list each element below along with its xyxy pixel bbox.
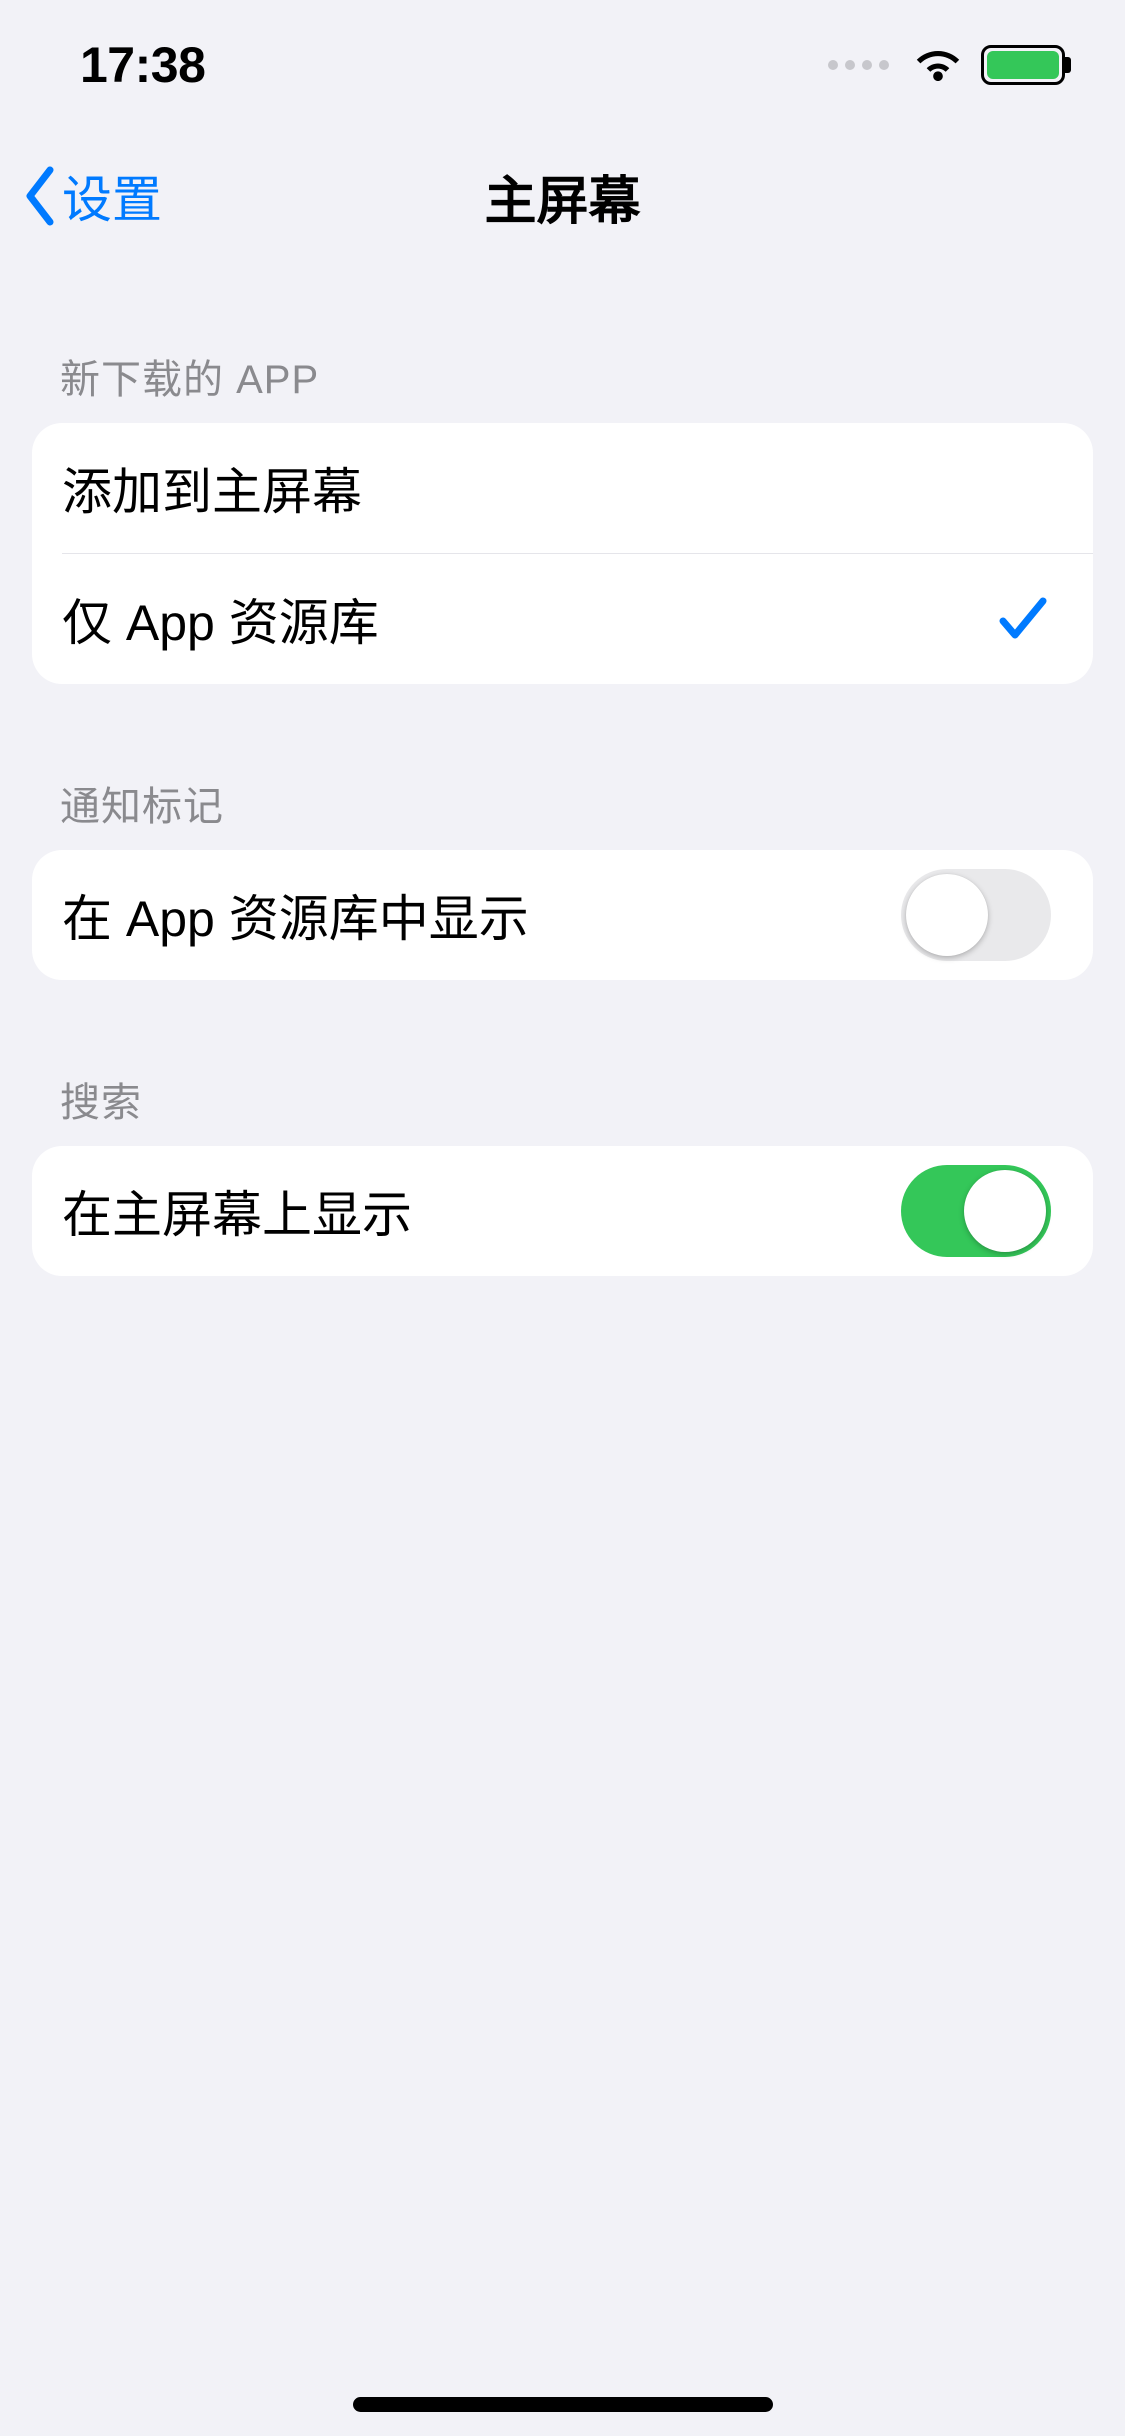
toggle-show-in-app-library[interactable] xyxy=(901,869,1051,961)
status-bar: 17:38 xyxy=(0,0,1125,130)
section-header-search: 搜索 xyxy=(0,1070,1125,1146)
back-label: 设置 xyxy=(62,160,162,232)
row-label: 在主屏幕上显示 xyxy=(62,1175,412,1247)
option-label: 添加到主屏幕 xyxy=(62,452,362,524)
battery-icon xyxy=(981,45,1065,85)
page-title: 主屏幕 xyxy=(0,159,1125,234)
group-search: 在主屏幕上显示 xyxy=(32,1146,1093,1276)
row-label: 在 App 资源库中显示 xyxy=(62,879,529,951)
status-time: 17:38 xyxy=(80,36,205,94)
checkmark-icon xyxy=(995,591,1051,647)
navigation-bar: 设置 主屏幕 xyxy=(0,130,1125,262)
back-button[interactable]: 设置 xyxy=(0,160,162,232)
row-show-on-home: 在主屏幕上显示 xyxy=(32,1146,1093,1276)
status-indicators xyxy=(828,45,1065,85)
row-show-in-app-library: 在 App 资源库中显示 xyxy=(32,850,1093,980)
option-app-library-only[interactable]: 仅 App 资源库 xyxy=(32,554,1093,684)
wifi-icon xyxy=(913,45,963,85)
option-label: 仅 App 资源库 xyxy=(62,583,379,655)
option-add-to-home[interactable]: 添加到主屏幕 xyxy=(32,423,1093,553)
chevron-left-icon xyxy=(22,166,58,226)
group-new-apps: 添加到主屏幕 仅 App 资源库 xyxy=(32,423,1093,684)
cellular-dots-icon xyxy=(828,60,889,70)
section-header-new-apps: 新下载的 APP xyxy=(0,347,1125,423)
section-header-badges: 通知标记 xyxy=(0,774,1125,850)
home-indicator[interactable] xyxy=(353,2397,773,2412)
toggle-show-on-home[interactable] xyxy=(901,1165,1051,1257)
group-badges: 在 App 资源库中显示 xyxy=(32,850,1093,980)
